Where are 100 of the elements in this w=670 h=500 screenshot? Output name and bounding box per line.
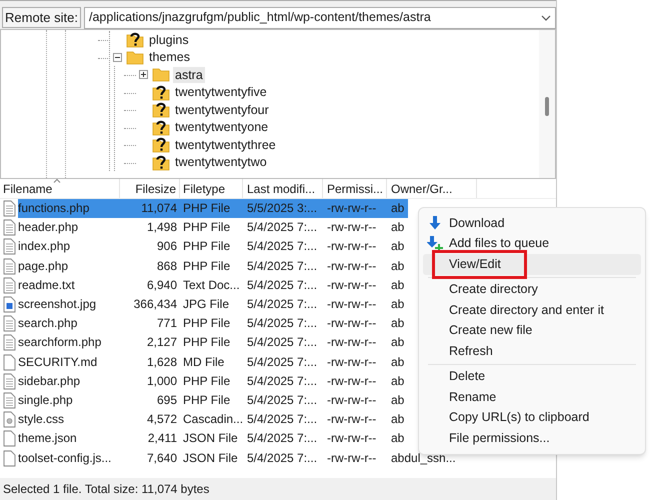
table-cell-text: -rw-rw-r-- <box>326 334 378 352</box>
column-header[interactable]: Owner/Gr... <box>387 179 477 198</box>
table-cell-text: 1,000 <box>146 372 178 390</box>
table-cell-text: -rw-rw-r-- <box>326 411 378 428</box>
table-cell-text: PHP File <box>182 392 232 409</box>
tree-item[interactable]: twentytwentyfour <box>173 102 271 118</box>
table-cell-text: JSON File <box>182 450 239 467</box>
table-cell-text: 695 <box>156 392 178 409</box>
tree-item[interactable]: twentytwentytwo <box>173 154 269 170</box>
table-cell-text: ab <box>390 276 406 294</box>
table-cell-text: -rw-rw-r-- <box>326 276 378 294</box>
table-cell-text: 5/4/2025 7:... <box>246 392 318 409</box>
table-cell-text: 5/4/2025 7:... <box>246 315 318 332</box>
table-cell-text: header.php <box>18 219 80 236</box>
table-cell-text: -rw-rw-r-- <box>326 354 378 371</box>
table-cell-text: ab <box>390 238 406 256</box>
table-cell-text: 5/4/2025 7:... <box>246 411 318 428</box>
file-row[interactable]: toolset-config.js... 7,640 JSON File 5/4/2025 7:... -rw-rw-r-- abdul_ssh... <box>18 448 460 468</box>
file-row[interactable]: page.php 868 PHP File 5/4/2025 7:... -rw-rw-r-- ab <box>18 256 408 276</box>
table-cell-text: functions.php <box>18 200 90 218</box>
scrollbar[interactable] <box>539 30 555 178</box>
file-row[interactable]: theme.json 2,411 JSON File 5/4/2025 7:... -rw-rw-r-- ab <box>18 429 408 448</box>
menu-item[interactable]: Create directory and enter it <box>423 300 641 320</box>
table-cell-text: 6,940 <box>146 276 178 294</box>
menu-item[interactable]: Delete <box>423 366 641 387</box>
menu-item[interactable]: Create directory <box>423 280 641 300</box>
table-cell-text: MD File <box>182 354 226 371</box>
menu-item[interactable]: Create new file <box>423 320 641 341</box>
file-row[interactable]: style.css 4,572 Cascadin... 5/4/2025 7:... -rw-rw-r-- ab <box>18 410 408 430</box>
table-cell-text: 2,411 <box>146 430 178 448</box>
file-row[interactable]: index.php 906 PHP File 5/4/2025 7:... -rw-rw-r-- ab <box>18 237 408 257</box>
table-cell-text: -rw-rw-r-- <box>326 296 378 314</box>
table-cell-text: 4,572 <box>146 411 178 428</box>
folder-icon <box>126 50 144 65</box>
remote-site-label: Remote site: <box>2 7 81 28</box>
table-cell-text: theme.json <box>18 430 78 448</box>
question-folder-icon <box>152 84 170 101</box>
column-header[interactable]: Last modifi... <box>243 179 323 198</box>
table-cell-text: 5/4/2025 7:... <box>246 219 318 236</box>
table-cell-text: PHP File <box>182 334 232 352</box>
menu-item[interactable]: File permissions... <box>423 428 641 448</box>
table-cell-text: PHP File <box>182 238 232 256</box>
file-row[interactable]: functions.php 11,074 PHP File 5/5/2025 3:... -rw-rw-r-- ab <box>18 199 408 218</box>
table-cell-text: -rw-rw-r-- <box>326 258 378 275</box>
table-cell-text: ab <box>390 392 406 409</box>
menu-item[interactable]: Rename <box>423 387 641 408</box>
table-cell-text: JPG File <box>182 296 230 314</box>
file-row[interactable]: search.php 771 PHP File 5/4/2025 7:... -rw-rw-r-- ab <box>18 314 408 334</box>
table-cell-text: PHP File <box>182 200 232 218</box>
menu-item[interactable]: Download <box>423 213 641 234</box>
file-row[interactable]: single.php 695 PHP File 5/4/2025 7:... -rw-rw-r-- ab <box>18 390 408 410</box>
table-cell-text: 5/5/2025 3:... <box>246 200 318 218</box>
tree-item[interactable]: astra <box>173 66 205 83</box>
table-cell-text: 1,628 <box>146 354 178 371</box>
table-cell-text: 5/4/2025 7:... <box>246 238 318 256</box>
table-cell-text: ab <box>390 334 406 352</box>
table-cell-text: 906 <box>156 238 178 256</box>
menu-item[interactable]: Copy URL(s) to clipboard <box>423 408 641 428</box>
table-cell-text: 5/4/2025 7:... <box>246 450 318 467</box>
expand-toggle[interactable] <box>138 70 148 80</box>
remote-path-field[interactable]: /applications/jnazgrufgm/public_html/wp-content/themes/astra <box>84 6 556 28</box>
menu-item[interactable]: Refresh <box>423 341 641 362</box>
column-header[interactable]: Permissi... <box>323 179 387 198</box>
table-cell-text: 5/4/2025 7:... <box>246 258 318 275</box>
table-cell-text: abdul_ssh... <box>390 450 457 467</box>
table-cell-text: 2,127 <box>146 334 178 352</box>
file-row[interactable]: SECURITY.md 1,628 MD File 5/4/2025 7:... -rw-rw-r-- ab <box>18 352 408 372</box>
table-cell-text: -rw-rw-r-- <box>326 238 378 256</box>
table-cell-text: -rw-rw-r-- <box>326 450 378 467</box>
tree-item[interactable]: twentytwentyone <box>173 119 270 136</box>
column-header[interactable]: Filesize <box>120 179 180 198</box>
menu-item[interactable]: Add files to queue <box>423 234 641 254</box>
file-row[interactable]: searchform.php 2,127 PHP File 5/4/2025 7:... -rw-rw-r-- ab <box>18 333 408 352</box>
tree-item[interactable]: twentytwentythree <box>173 136 278 153</box>
question-folder-icon <box>126 31 144 48</box>
table-cell-text: style.css <box>18 411 66 428</box>
table-cell-text: ab <box>390 296 406 314</box>
table-cell-text: readme.txt <box>18 276 76 294</box>
table-cell-text: single.php <box>18 392 74 409</box>
file-row[interactable]: readme.txt 6,940 Text Doc... 5/4/2025 7:... -rw-rw-r-- ab <box>18 276 408 295</box>
question-folder-icon <box>152 154 170 171</box>
tree-item[interactable]: themes <box>147 49 192 66</box>
status-bar: Selected 1 file. Total size: 11,074 bytes <box>0 478 556 500</box>
column-header[interactable]: Filetype <box>180 179 243 198</box>
table-cell-text: PHP File <box>182 372 232 390</box>
file-row[interactable]: screenshot.jpg 366,434 JPG File 5/4/2025 7:... -rw-rw-r-- ab <box>18 294 408 314</box>
table-cell-text: 5/4/2025 7:... <box>246 276 318 294</box>
table-cell-text: -rw-rw-r-- <box>326 200 378 218</box>
tree-item[interactable]: twentytwentyfive <box>173 84 269 100</box>
table-cell-text: index.php <box>18 238 72 256</box>
table-cell-text: 5/4/2025 7:... <box>246 430 318 448</box>
collapse-toggle[interactable] <box>112 52 122 62</box>
tree-item[interactable]: plugins <box>147 32 191 48</box>
column-header[interactable]: Filename <box>0 179 120 198</box>
file-row[interactable]: sidebar.php 1,000 PHP File 5/4/2025 7:... -rw-rw-r-- ab <box>18 372 408 391</box>
table-cell-text: -rw-rw-r-- <box>326 392 378 409</box>
table-cell-text: ab <box>390 258 406 275</box>
file-row[interactable]: header.php 1,498 PHP File 5/4/2025 7:... -rw-rw-r-- ab <box>18 218 408 238</box>
table-cell-text: -rw-rw-r-- <box>326 315 378 332</box>
dropdown-caret-icon <box>541 14 551 20</box>
